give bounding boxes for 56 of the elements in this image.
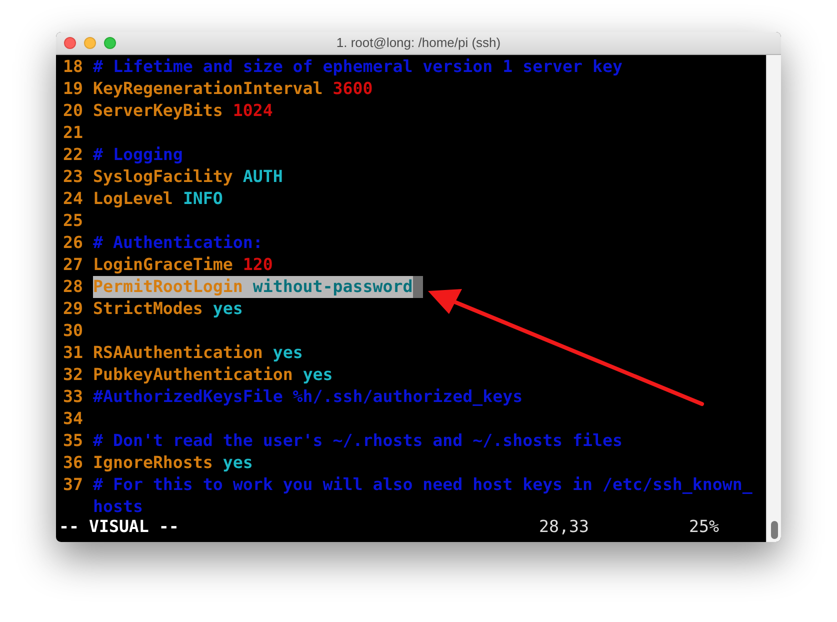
code-comment: #AuthorizedKeysFile %h/.ssh/authorized_keys xyxy=(93,386,523,408)
config-key: StrictModes xyxy=(93,298,203,320)
line-number: 19 xyxy=(63,78,84,100)
line-number: 20 xyxy=(63,100,84,122)
code-comment: # Lifetime and size of ephemeral version 1 server key xyxy=(93,56,622,78)
line-number: 18 xyxy=(63,56,84,78)
config-value: yes xyxy=(302,364,333,386)
config-value: INFO xyxy=(182,188,223,210)
config-key: KeyRegenerationInterval xyxy=(93,78,323,100)
scroll-percent: 25% xyxy=(689,516,719,538)
line-number: 30 xyxy=(63,320,84,342)
line-number: 29 xyxy=(63,298,84,320)
line-number: 23 xyxy=(63,166,84,188)
mode-indicator: -- VISUAL -- xyxy=(59,516,180,538)
line-number: 31 xyxy=(63,342,84,364)
config-key: IgnoreRhosts xyxy=(93,452,213,474)
line-number: 32 xyxy=(63,364,84,386)
code-comment: # Don't read the user's ~/.rhosts and ~/.shosts files xyxy=(93,430,622,452)
config-key: ServerKeyBits xyxy=(93,100,223,122)
config-key: LoginGraceTime xyxy=(93,254,233,276)
line-number: 37 xyxy=(63,474,84,496)
config-value: AUTH xyxy=(242,166,283,188)
config-value: yes xyxy=(272,342,303,364)
line-number: 27 xyxy=(63,254,84,276)
line-number: 34 xyxy=(63,408,84,430)
cursor-position: 28,33 xyxy=(539,516,590,538)
scrollbar[interactable] xyxy=(766,55,781,542)
line-number: 21 xyxy=(63,122,84,144)
line-number: 33 xyxy=(63,386,84,408)
code-comment: # Authentication: xyxy=(93,232,263,254)
config-value: yes xyxy=(212,298,243,320)
config-value: yes xyxy=(222,452,253,474)
line-number: 26 xyxy=(63,232,84,254)
line-number: 28 xyxy=(63,276,84,298)
config-number: 3600 xyxy=(332,78,373,100)
zoom-button[interactable] xyxy=(104,37,116,49)
window-title: 1. root@long: /home/pi (ssh) xyxy=(335,34,502,52)
line-number: 24 xyxy=(63,188,84,210)
config-key: PubkeyAuthentication xyxy=(93,364,293,386)
minimize-button[interactable] xyxy=(84,37,96,49)
code-comment: hosts xyxy=(93,496,143,518)
line-number: 22 xyxy=(63,144,84,166)
config-key: LogLevel xyxy=(93,188,173,210)
scrollbar-thumb[interactable] xyxy=(770,521,778,539)
code-comment: # Logging xyxy=(93,144,183,166)
line-number: 36 xyxy=(63,452,84,474)
code-comment: # For this to work you will also need host keys in /etc/ssh_known_ xyxy=(93,474,752,496)
config-key: PermitRootLogin xyxy=(93,276,243,298)
close-button[interactable] xyxy=(64,37,76,49)
config-key: RSAAuthentication xyxy=(93,342,263,364)
line-number: 25 xyxy=(63,210,84,232)
line-number: 35 xyxy=(63,430,84,452)
config-value: without-password xyxy=(242,276,413,298)
config-number: 120 xyxy=(242,254,273,276)
config-number: 1024 xyxy=(232,100,273,122)
config-key: SyslogFacility xyxy=(93,166,233,188)
